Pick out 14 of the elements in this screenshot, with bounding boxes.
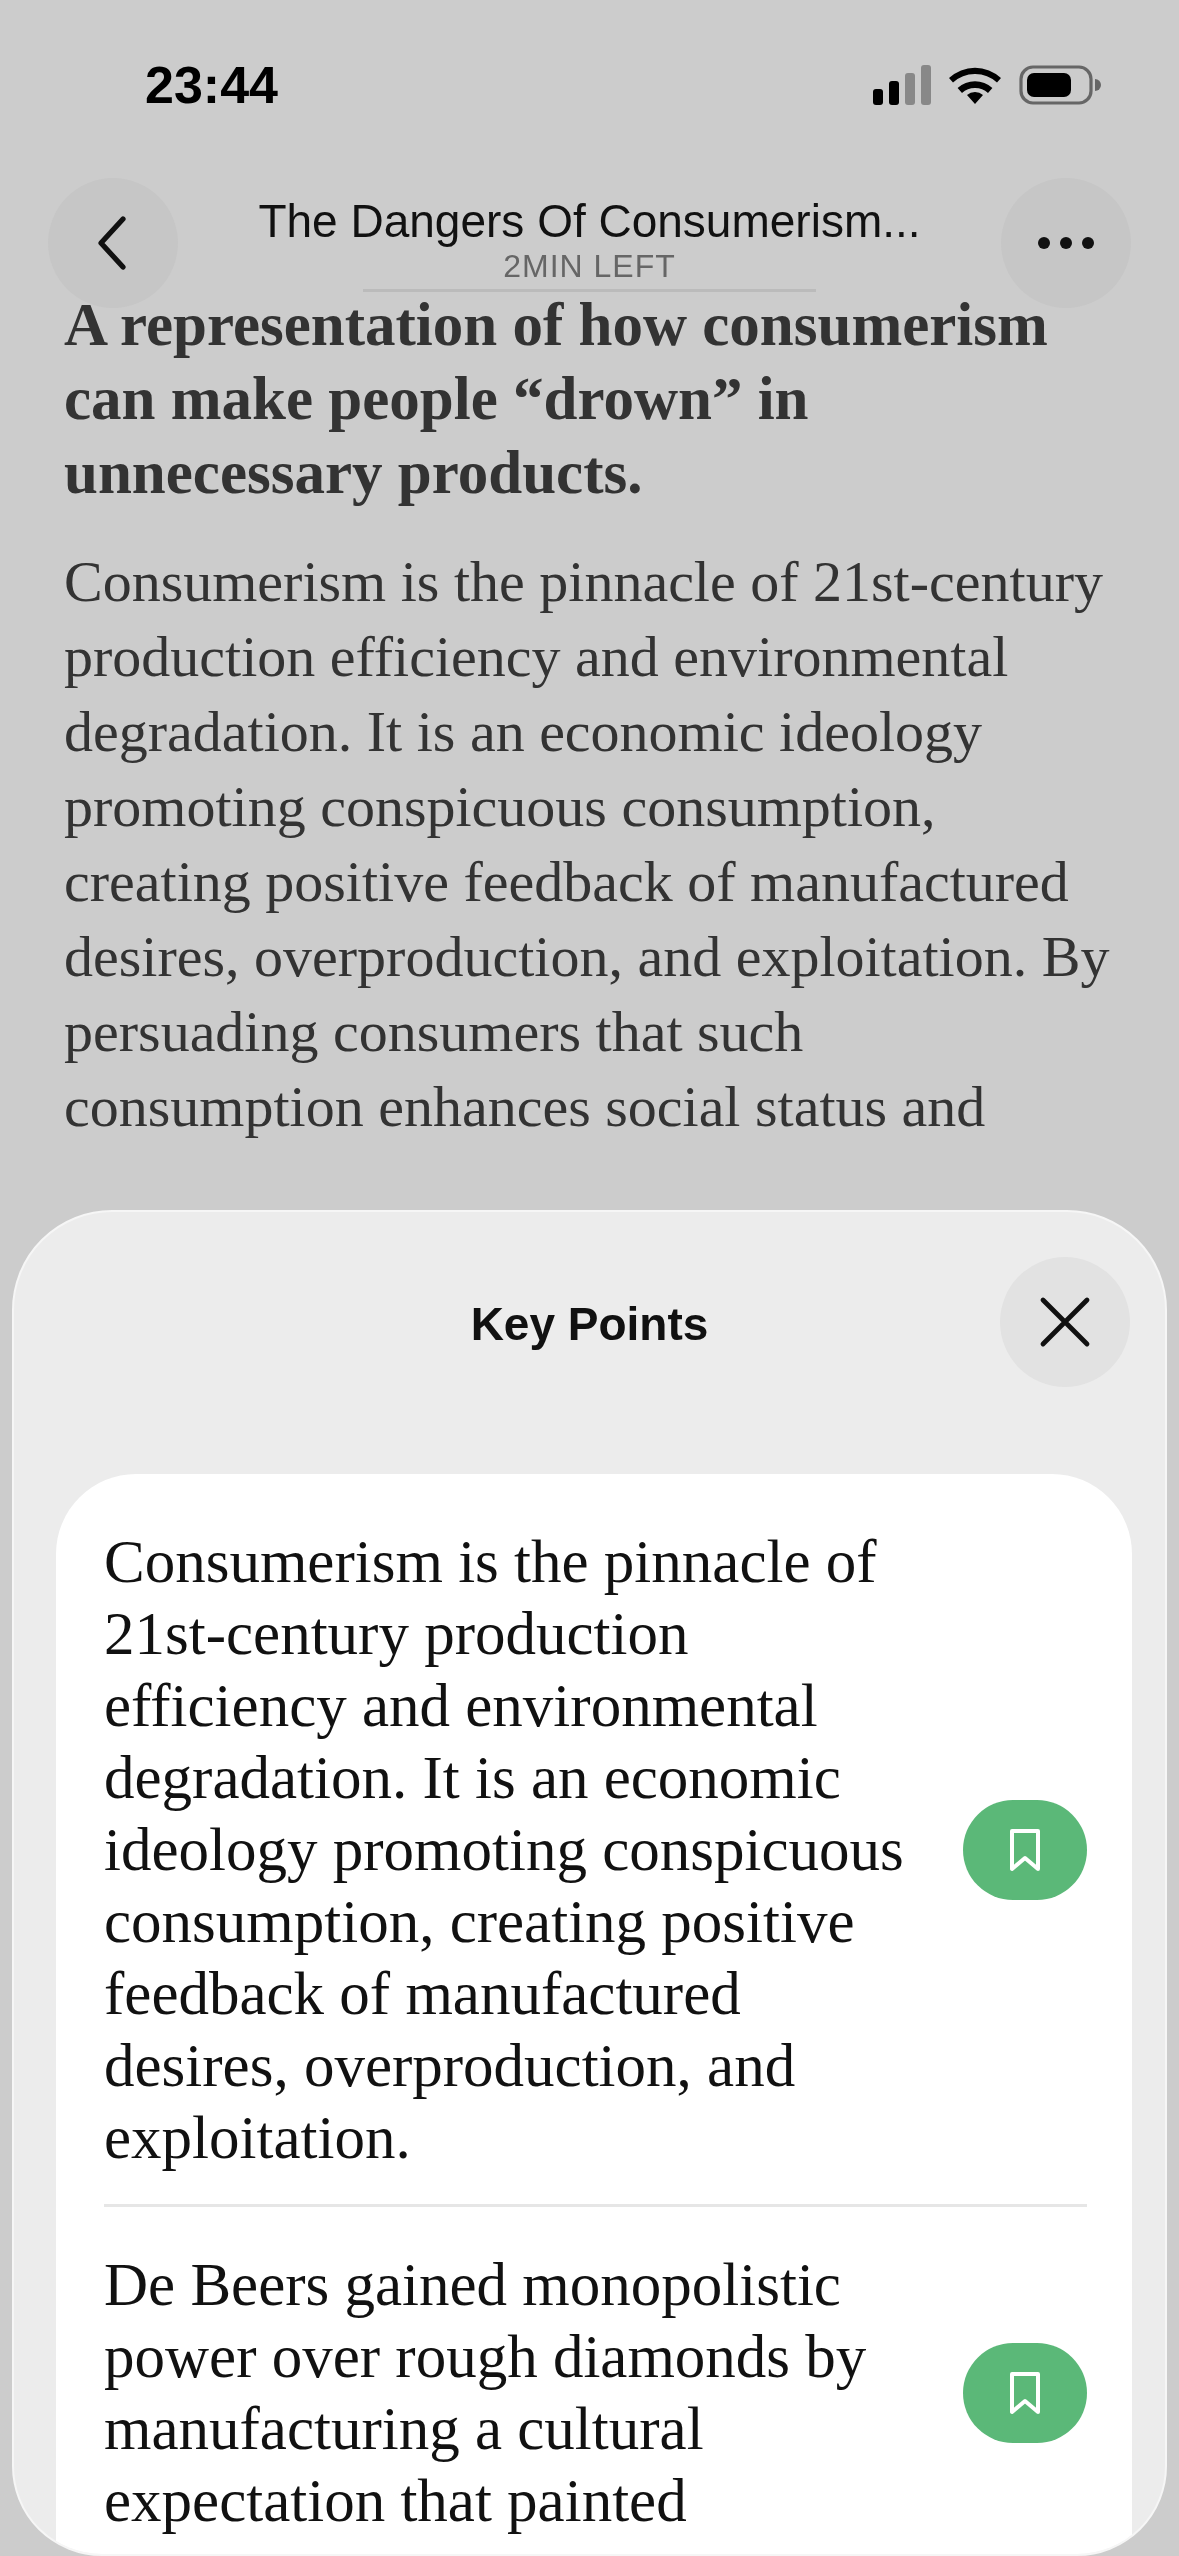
time-left: 2MIN LEFT [363,248,816,292]
signal-icon [873,65,931,105]
sheet-title: Key Points [470,1297,709,1352]
article-title: The Dangers Of Consumerism... [258,194,921,248]
article-paragraph: Consumerism is the pinnacle of 21st-century production efficiency and environmental degradation. It is an economic ideology promoting conspicuous consumption, creating positive feedback of manufactured desires, overproduction, and exploitation. By persuading consumers that such consumption enhances social status and [64,548,1111,1141]
more-icon [1036,236,1096,250]
battery-icon [1019,65,1101,105]
bookmark-icon [1008,1827,1042,1873]
key-point-text: Consumerism is the pinnacle of 21st-century production efficiency and environmental degradation. It is an economic ideology promoting conspicuous consumption, creating positive feedback of manufactured desires, overproduction, and exploitation. [104,1527,905,2173]
image-caption: A representation of how consumerism can make people “drown” in unnecessary products. [64,290,1049,508]
bookmark-icon [1008,2370,1042,2416]
key-point-text: De Beers gained monopolistic power over rough diamonds by manufacturing a cultural expectation that painted [104,2250,868,2536]
status-time: 23:44 [145,55,278,115]
wifi-icon [949,66,1001,104]
